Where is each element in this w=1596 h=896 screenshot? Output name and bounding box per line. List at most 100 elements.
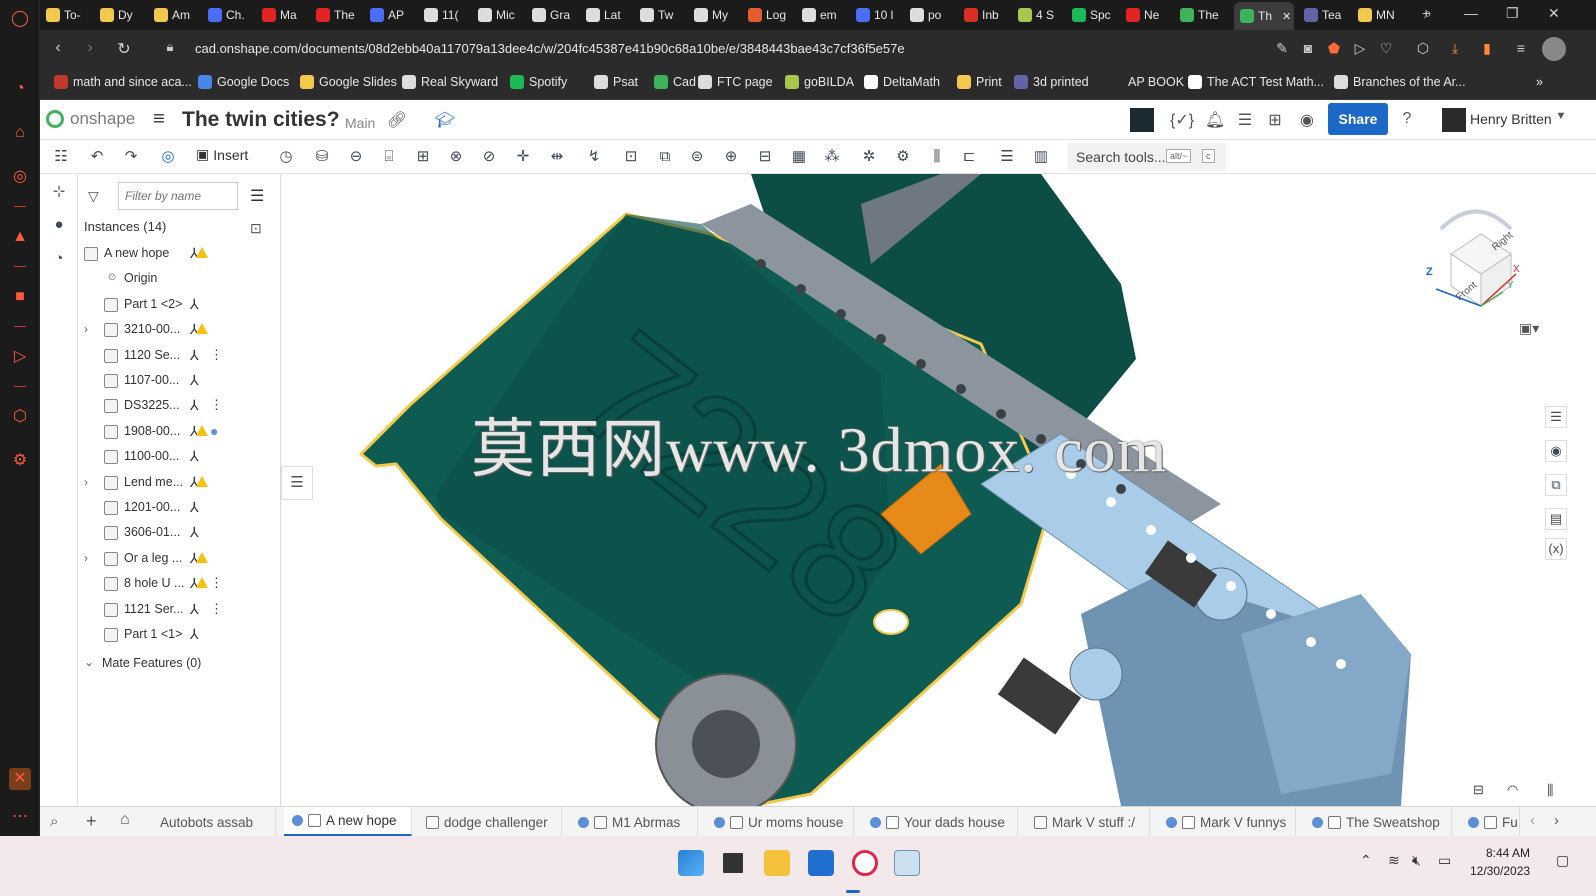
- browser-tab[interactable]: Gra: [532, 4, 584, 26]
- url-field[interactable]: cad.onshape.com/documents/08d2ebb40a1170…: [195, 41, 905, 56]
- bookmark-item[interactable]: Spotify: [510, 75, 567, 89]
- link-icon[interactable]: 🔗︎: [386, 110, 408, 132]
- parallel-mate-icon[interactable]: ⇹: [546, 146, 568, 168]
- bom-table-icon[interactable]: ▤: [1545, 508, 1567, 530]
- section-view-icon[interactable]: ⊏: [958, 146, 980, 168]
- browser-tab[interactable]: Mic: [478, 4, 530, 26]
- instance-row[interactable]: A new hope ⅄: [78, 242, 281, 267]
- workspace-icon[interactable]: ▲: [9, 226, 31, 248]
- shopping-bag-icon[interactable]: ⌂: [9, 122, 31, 144]
- bookmark-item[interactable]: Print: [957, 75, 1002, 89]
- chevron-right-icon[interactable]: ›: [84, 475, 88, 489]
- bookmark-item[interactable]: AP BOOK: [1128, 75, 1184, 89]
- photos-icon[interactable]: [894, 850, 920, 876]
- document-tab[interactable]: Fu: [1460, 807, 1520, 837]
- rack-pinion-icon[interactable]: ⊟: [754, 146, 776, 168]
- volume-muted-icon[interactable]: 🔇︎: [1412, 852, 1421, 869]
- instance-row[interactable]: 1121 Ser... ⅄ ⋮: [78, 598, 281, 623]
- feature-list-toggle-icon[interactable]: ☷: [50, 146, 72, 168]
- appearances-icon[interactable]: ◉: [1545, 440, 1567, 462]
- relation-icon[interactable]: ⊜: [686, 146, 708, 168]
- app-store-icon[interactable]: [1130, 108, 1154, 132]
- bookmark-item[interactable]: goBILDA: [785, 75, 854, 89]
- release-icon[interactable]: ◉: [1296, 110, 1318, 132]
- chevron-down-icon[interactable]: ⌄: [84, 655, 94, 669]
- comments-icon[interactable]: ●: [49, 216, 69, 236]
- tangent-mate-icon[interactable]: ↯: [583, 146, 605, 168]
- render-mode-icon[interactable]: ◠: [1507, 782, 1518, 798]
- lock-icon[interactable]: 🔒︎: [160, 39, 180, 55]
- instance-row[interactable]: Part 1 <2> ⅄: [78, 293, 281, 318]
- instances-header[interactable]: Instances (14): [84, 219, 166, 234]
- notifications-icon[interactable]: ▢: [1556, 852, 1569, 869]
- instance-row[interactable]: › 3210-00... ⅄: [78, 318, 281, 343]
- browser-tab[interactable]: Log: [748, 4, 800, 26]
- fastened-mate-icon[interactable]: ⊖: [345, 146, 367, 168]
- document-tab[interactable]: Mark V funnys: [1158, 807, 1296, 837]
- add-mate-icon[interactable]: ⊹: [49, 182, 69, 202]
- share-button[interactable]: Share: [1328, 103, 1388, 135]
- user-menu-chevron-icon[interactable]: ▼: [1550, 110, 1572, 132]
- list-view-icon[interactable]: ☰: [250, 186, 264, 206]
- ball-mate-icon[interactable]: ✛: [512, 146, 534, 168]
- instance-row[interactable]: 1908-00... ⅄ ●: [78, 420, 281, 445]
- start-button-icon[interactable]: [678, 850, 704, 876]
- clock-icon[interactable]: ◷: [275, 146, 297, 168]
- browser-tab[interactable]: Spc: [1072, 4, 1124, 26]
- group-icon[interactable]: ⧉: [654, 146, 676, 168]
- filter-icon[interactable]: ▽: [88, 188, 99, 205]
- user-name[interactable]: Henry Britten: [1470, 111, 1552, 127]
- instance-row[interactable]: 1107-00... ⅄: [78, 369, 281, 394]
- properties-icon[interactable]: ☰: [1545, 406, 1567, 428]
- browser-tab[interactable]: Tw: [640, 4, 692, 26]
- browser-tab[interactable]: 4 S: [1018, 4, 1070, 26]
- scroll-tabs-left-icon[interactable]: ‹: [1530, 812, 1535, 829]
- scroll-tabs-right-icon[interactable]: ›: [1554, 812, 1559, 829]
- apps-grid-icon[interactable]: ⊞: [1264, 110, 1286, 132]
- measure-icon[interactable]: ⫼: [926, 146, 948, 168]
- configurations-icon[interactable]: ⧉: [1545, 474, 1567, 496]
- undo-icon[interactable]: ↶: [86, 146, 108, 168]
- heart-icon[interactable]: ♡: [1377, 40, 1395, 58]
- tab-manager-search-icon[interactable]: ⌕: [50, 813, 58, 830]
- browser-tab[interactable]: My: [694, 4, 746, 26]
- learning-cap-icon[interactable]: 🎓︎: [434, 110, 456, 132]
- hamburger-menu-icon[interactable]: ≡: [148, 108, 170, 130]
- chevron-right-icon[interactable]: ›: [84, 551, 88, 565]
- browser-tab[interactable]: MN: [1358, 4, 1410, 26]
- view-cube-graphic[interactable]: [1421, 194, 1531, 314]
- cylindrical-mate-icon[interactable]: ⊘: [478, 146, 500, 168]
- browser-tab[interactable]: Lat: [586, 4, 638, 26]
- bookmark-item[interactable]: Real Skyward: [402, 75, 498, 89]
- add-tab-icon[interactable]: +: [86, 811, 97, 832]
- branch-label[interactable]: Main: [345, 115, 375, 131]
- document-tab[interactable]: Your dads house: [862, 807, 1018, 837]
- bookmark-item[interactable]: Psat: [594, 75, 638, 89]
- document-tab[interactable]: The Sweatshop: [1304, 807, 1452, 837]
- edit-icon[interactable]: ✎: [1273, 40, 1291, 58]
- browser-tab[interactable]: The: [1180, 4, 1232, 26]
- show-hidden-icons-icon[interactable]: ⌃: [1360, 852, 1372, 869]
- browser-tab[interactable]: Inb: [964, 4, 1016, 26]
- mate-connector-icon[interactable]: ⊡: [620, 146, 642, 168]
- gear-relation-icon[interactable]: ⊕: [720, 146, 742, 168]
- browser-tab[interactable]: em: [802, 4, 854, 26]
- user-avatar[interactable]: [1442, 108, 1466, 132]
- minimize-icon[interactable]: —: [1464, 5, 1478, 21]
- settings-gear-icon[interactable]: ⚙: [9, 450, 31, 472]
- browser-tab[interactable]: To-: [46, 4, 98, 26]
- discord-icon[interactable]: ■: [9, 286, 31, 308]
- pattern-icon[interactable]: ⁂: [821, 146, 843, 168]
- ms-store-icon[interactable]: [808, 850, 834, 876]
- notifications-bell-icon[interactable]: 🔔︎: [1204, 110, 1226, 132]
- document-tab[interactable]: Autobots assab: [152, 807, 276, 837]
- browser-tab[interactable]: Th ✕: [1234, 2, 1294, 30]
- insert-button[interactable]: ▣ Insert: [196, 146, 248, 163]
- display-states-icon[interactable]: ⊟: [1473, 782, 1484, 798]
- browser-tab[interactable]: Dy: [100, 4, 152, 26]
- document-tab[interactable]: dodge challenger: [418, 807, 562, 837]
- help-icon[interactable]: ?: [1396, 110, 1418, 132]
- clock-date[interactable]: 12/30/2023: [1470, 864, 1530, 878]
- browser-tab[interactable]: The: [316, 4, 368, 26]
- featurescript-icon[interactable]: {✓}: [1170, 110, 1194, 132]
